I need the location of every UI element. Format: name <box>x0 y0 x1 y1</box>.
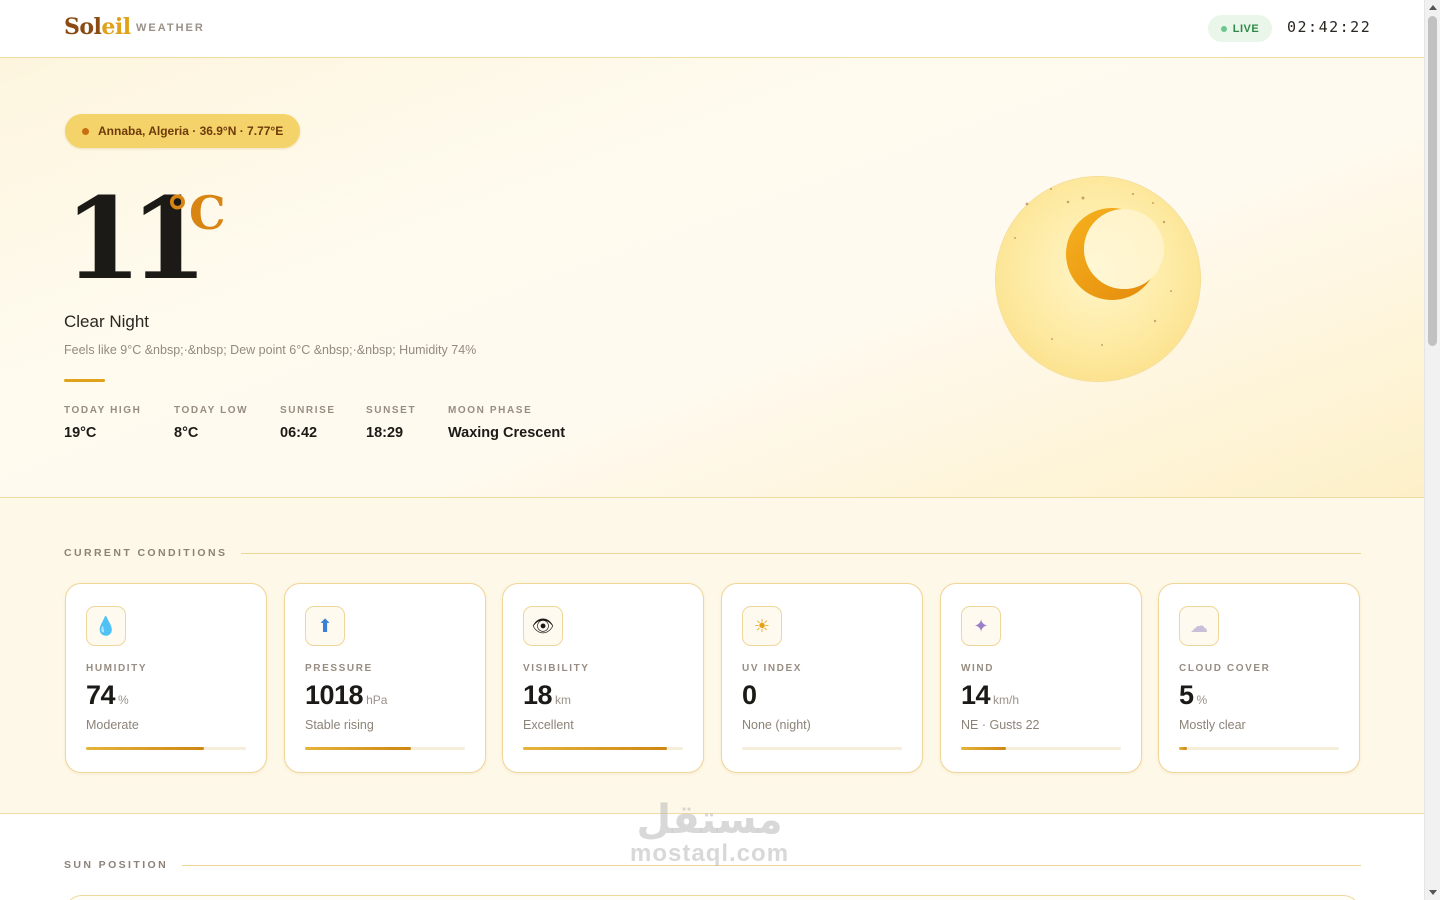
level-bar <box>961 747 1121 750</box>
cloud-icon: ☁ <box>1179 606 1219 646</box>
live-label: LIVE <box>1232 22 1260 35</box>
location-badge[interactable]: Annaba, Algeria · 36.9°N · 7.77°E <box>65 114 301 148</box>
level-bar <box>1179 747 1339 750</box>
stat-sunset: SUNSET 18:29 <box>366 405 417 441</box>
hero-section: Annaba, Algeria · 36.9°N · 7.77°E 11 °C … <box>0 58 1424 498</box>
vertical-scrollbar[interactable] <box>1424 0 1440 900</box>
level-bar <box>523 747 683 750</box>
watermark-logo: مستقل mostaql.com <box>630 797 790 867</box>
arrow-up-icon: ⬆ <box>305 606 345 646</box>
level-bar <box>305 747 465 750</box>
location-text: Annaba, Algeria · 36.9°N · 7.77°E <box>98 124 284 138</box>
divider <box>64 379 105 382</box>
scroll-up-arrow-icon[interactable] <box>1429 5 1437 10</box>
clock: 02:42:22 <box>1287 18 1372 36</box>
scroll-down-arrow-icon[interactable] <box>1429 890 1437 895</box>
top-bar: Soleil WEATHER LIVE 02:42:22 <box>0 0 1424 58</box>
level-bar <box>742 747 902 750</box>
temperature-unit: °C <box>166 186 226 240</box>
eye-icon: 👁 <box>523 606 563 646</box>
brand-logo[interactable]: Soleil <box>64 14 131 40</box>
scrollbar-thumb[interactable] <box>1428 16 1437 346</box>
humidity-card[interactable]: 💧 HUMIDITY 74% Moderate <box>65 583 267 773</box>
stat-today-high: TODAY HIGH 19°C <box>64 405 142 441</box>
section-divider <box>241 552 1361 554</box>
brand-subtitle: WEATHER <box>136 22 205 34</box>
stat-sunrise: SUNRISE 06:42 <box>280 405 336 441</box>
section-title: CURRENT CONDITIONS <box>64 547 228 559</box>
current-conditions-section: CURRENT CONDITIONS 💧 HUMIDITY 74% Modera… <box>0 498 1424 814</box>
section-title: SUN POSITION <box>64 859 169 871</box>
live-dot-icon <box>1220 25 1227 32</box>
wind-card[interactable]: ✦ WIND 14 km/h NE · Gusts 22 <box>940 583 1142 773</box>
crescent-moon-icon <box>996 177 1200 381</box>
droplet-icon: 💧 <box>86 606 126 646</box>
stat-moon-phase: MOON PHASE Waxing Crescent <box>448 405 566 441</box>
live-badge: LIVE <box>1208 15 1272 42</box>
location-dot-icon <box>82 127 89 135</box>
stat-today-low: TODAY LOW 8°C <box>174 405 249 441</box>
level-bar <box>86 747 246 750</box>
section-header: CURRENT CONDITIONS <box>64 547 1361 559</box>
condition-details: Feels like 9°C &nbsp;·&nbsp; Dew point 6… <box>64 343 477 357</box>
condition-text: Clear Night <box>64 312 150 331</box>
visibility-card[interactable]: 👁 VISIBILITY 18 km Excellent <box>502 583 704 773</box>
sun-icon: ☀ <box>742 606 782 646</box>
cloud-cover-card[interactable]: ☁ CLOUD COVER 5% Mostly clear <box>1158 583 1360 773</box>
wind-icon: ✦ <box>961 606 1001 646</box>
uv-index-card[interactable]: ☀ UV INDEX 0 None (night) <box>721 583 923 773</box>
pressure-card[interactable]: ⬆ PRESSURE 1018 hPa Stable rising <box>284 583 486 773</box>
sun-position-card <box>64 895 1361 900</box>
